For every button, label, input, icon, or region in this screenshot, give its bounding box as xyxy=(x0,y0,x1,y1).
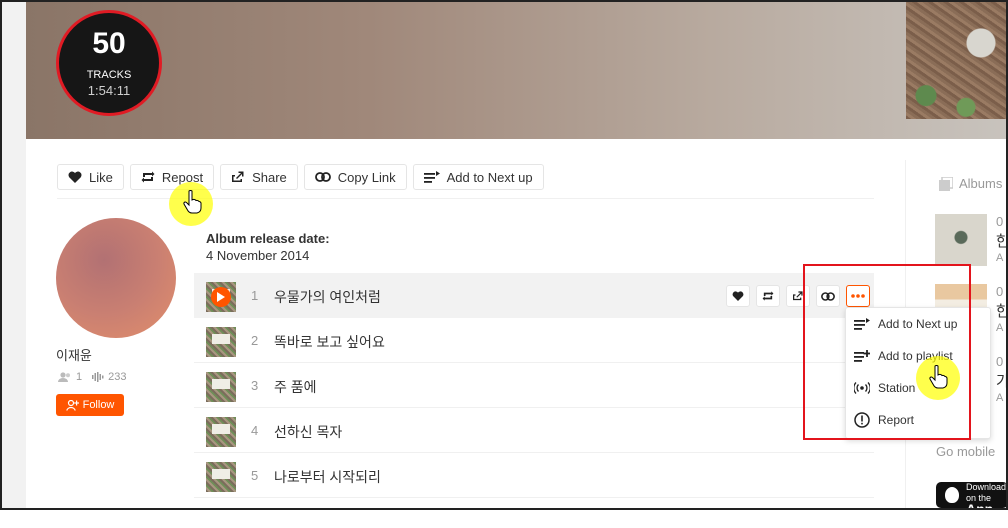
track-number: 1 xyxy=(251,288,259,303)
track-number: 2 xyxy=(251,333,259,348)
release-date: 4 November 2014 xyxy=(206,248,310,263)
track-title[interactable]: 주 품에 xyxy=(274,377,317,397)
track-number: 5 xyxy=(251,468,259,483)
action-bar: Like Repost Share Copy Link Add to Next … xyxy=(57,164,544,190)
track-title[interactable]: 나로부터 시작되리 xyxy=(274,467,381,487)
hand-cursor-icon xyxy=(929,365,948,389)
track-artwork[interactable] xyxy=(206,372,236,402)
track-title[interactable]: 우물가의 여인처럼 xyxy=(274,287,381,307)
sidebar-album-artist[interactable]: A xyxy=(996,322,1003,334)
sidebar-album-artwork[interactable] xyxy=(935,214,987,266)
track-artwork[interactable] xyxy=(206,327,236,357)
like-label: Like xyxy=(89,169,113,185)
album-artwork[interactable] xyxy=(906,2,1006,119)
copy-link-button[interactable]: Copy Link xyxy=(303,164,407,190)
track-row[interactable]: 4 선하신 목자 xyxy=(194,408,874,453)
sidebar-album-artist[interactable]: A xyxy=(996,252,1003,264)
repost-icon xyxy=(762,291,774,301)
track-title[interactable]: 똑바로 보고 싶어요 xyxy=(274,332,385,352)
track-row[interactable]: 1 우물가의 여인처럼 xyxy=(194,273,874,318)
app-badge-big-text: App Store xyxy=(966,501,1002,528)
heart-icon xyxy=(732,291,744,301)
share-button[interactable]: Share xyxy=(220,164,298,190)
sidebar-albums-header[interactable]: Albums xyxy=(939,176,1002,191)
followers-count: 1 xyxy=(76,371,83,383)
sidebar-album-meta: 0 xyxy=(996,284,1004,299)
share-label: Share xyxy=(252,169,287,185)
track-count: 50 xyxy=(92,27,126,60)
albums-label: Albums xyxy=(959,176,1003,191)
track-row[interactable]: 5 나로부터 시작되리 xyxy=(194,453,874,498)
add-to-next-up-button[interactable]: Add to Next up xyxy=(412,164,544,190)
track-repost-button[interactable] xyxy=(756,285,780,307)
go-mobile-link[interactable]: Go mobile xyxy=(936,444,995,459)
tracks-label: TRACKS xyxy=(86,69,132,81)
artist-name[interactable]: 이재윤 xyxy=(56,345,92,364)
sidebar-album-meta: 0 xyxy=(996,354,1004,369)
hand-cursor-icon xyxy=(183,190,202,214)
sidebar-album-meta: 0 xyxy=(996,214,1004,229)
repost-icon xyxy=(141,171,155,183)
track-title[interactable]: 선하신 목자 xyxy=(274,422,342,442)
tracks-stat[interactable]: 233 xyxy=(92,371,126,383)
track-artwork[interactable] xyxy=(206,462,236,492)
heart-icon xyxy=(68,171,82,183)
track-artwork[interactable] xyxy=(206,417,236,447)
followers-icon xyxy=(58,372,70,382)
waveform-icon xyxy=(92,372,104,382)
play-icon xyxy=(217,292,225,302)
follow-label: Follow xyxy=(82,399,115,411)
track-row[interactable]: 2 똑바로 보고 싶어요 xyxy=(194,318,874,363)
track-like-button[interactable] xyxy=(726,285,750,307)
albums-icon xyxy=(939,176,953,191)
like-button[interactable]: Like xyxy=(57,164,124,190)
left-gutter xyxy=(2,2,26,508)
play-button[interactable] xyxy=(211,287,231,307)
copy-link-label: Copy Link xyxy=(337,169,396,185)
followers-stat[interactable]: 1 xyxy=(58,371,82,383)
link-icon xyxy=(314,172,331,182)
track-row[interactable]: 3 주 품에 xyxy=(194,363,874,408)
track-number: 4 xyxy=(251,423,259,438)
sidebar-album-title[interactable]: 한 xyxy=(996,230,1008,251)
track-number: 3 xyxy=(251,378,259,393)
tracks-count: 233 xyxy=(108,371,127,383)
add-user-icon xyxy=(65,399,79,411)
track-count-circle: 50 TRACKS 1:54:11 xyxy=(56,10,162,116)
artist-avatar[interactable] xyxy=(56,218,176,338)
add-to-next-up-label: Add to Next up xyxy=(446,169,533,185)
track-list: 1 우물가의 여인처럼 2 똑바로 보고 싶어요 3 주 품에 4 선하신 목자… xyxy=(194,273,874,498)
sidebar-album-artist[interactable]: A xyxy=(996,392,1003,404)
sidebar-album-title[interactable]: 한 xyxy=(996,300,1008,321)
share-icon xyxy=(232,171,244,182)
highlight-box xyxy=(803,264,971,440)
artist-stats: 1 233 xyxy=(58,371,126,383)
follow-button[interactable]: Follow xyxy=(56,394,124,416)
total-duration: 1:54:11 xyxy=(87,83,131,98)
apple-icon xyxy=(945,487,959,503)
queue-icon xyxy=(423,170,440,183)
album-header xyxy=(26,2,1006,139)
app-store-badge[interactable]: Download on the App Store xyxy=(936,482,1008,527)
sidebar-album-title[interactable]: 가 xyxy=(996,370,1008,391)
release-date-label: Album release date: xyxy=(206,231,330,246)
